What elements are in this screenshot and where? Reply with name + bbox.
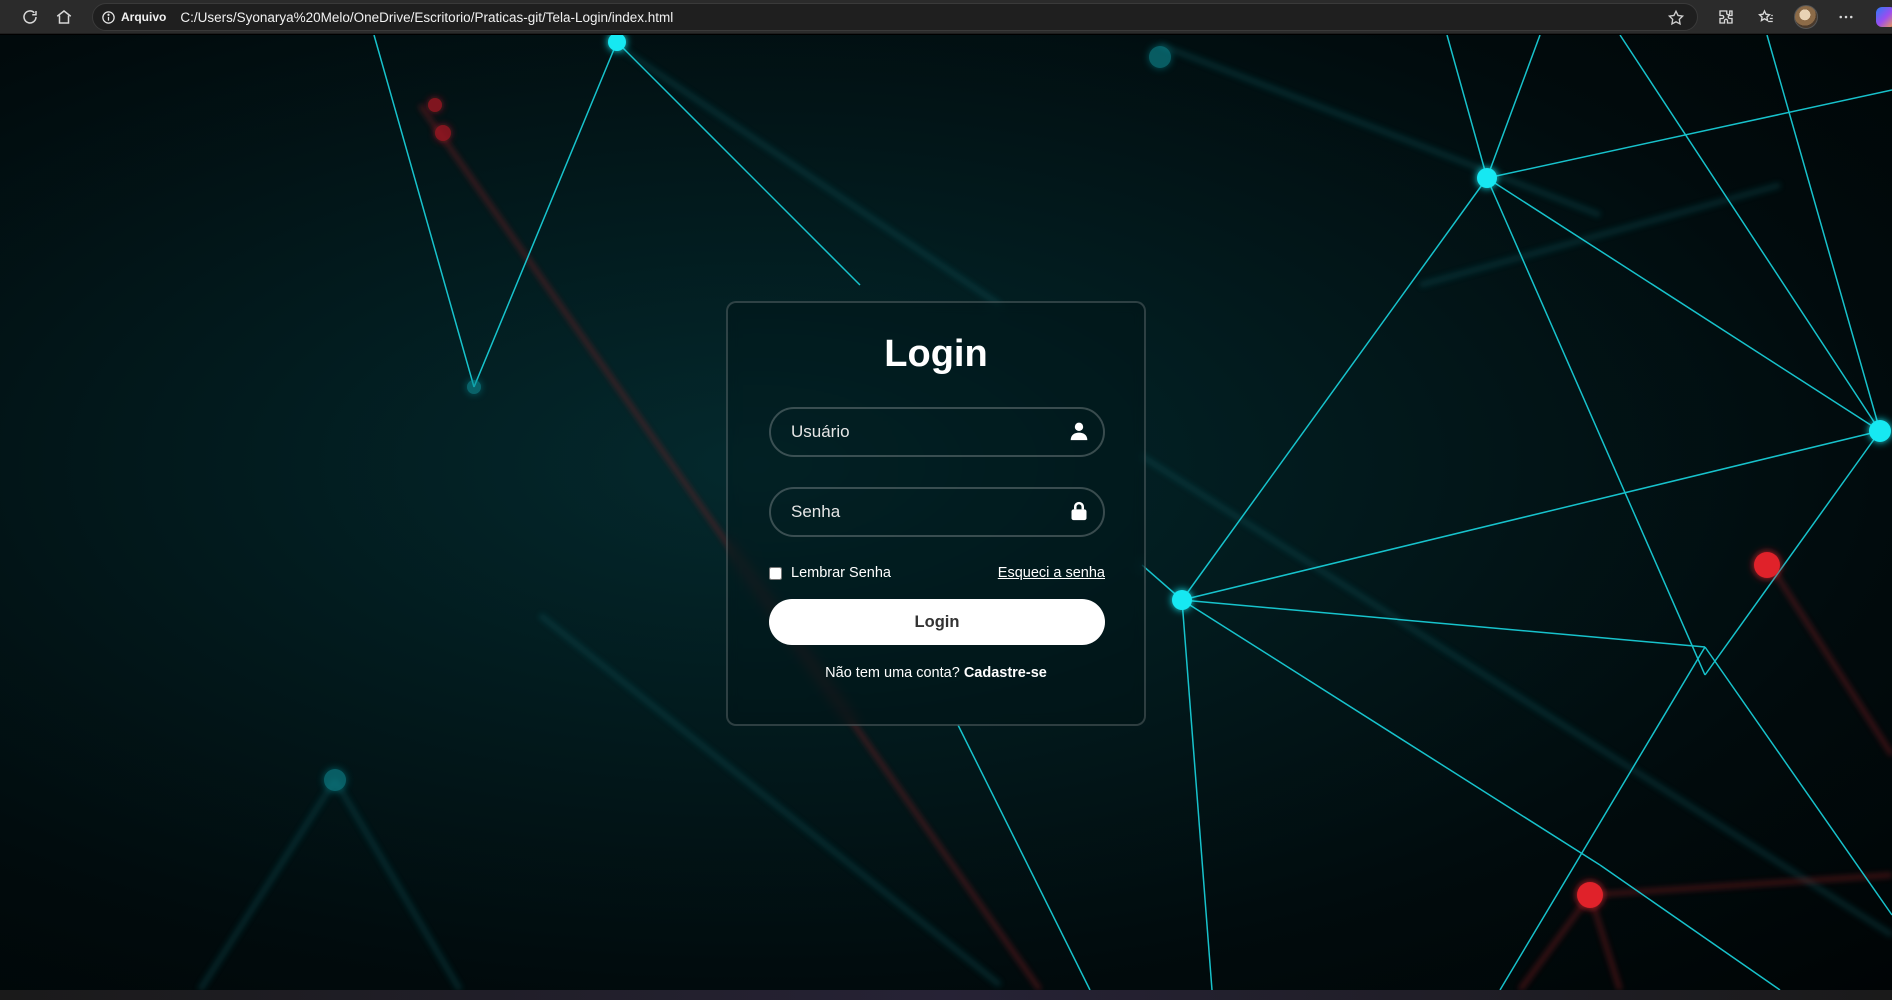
- password-field-wrapper: [769, 487, 1105, 537]
- extensions-icon[interactable]: [1706, 0, 1746, 34]
- more-icon[interactable]: [1826, 0, 1866, 34]
- site-label: Arquivo: [121, 10, 167, 24]
- register-prompt: Não tem uma conta?: [825, 665, 964, 681]
- favorites-icon[interactable]: [1746, 0, 1786, 34]
- profile-button[interactable]: [1786, 0, 1826, 34]
- bottom-strip: [0, 990, 1892, 1000]
- user-icon: [1069, 421, 1089, 443]
- forgot-password-link[interactable]: Esqueci a senha: [998, 565, 1105, 581]
- username-field-wrapper: [769, 407, 1105, 457]
- browser-toolbar: Arquivo C:/Users/Syonarya%20Melo/OneDriv…: [0, 0, 1892, 34]
- address-bar[interactable]: Arquivo C:/Users/Syonarya%20Melo/OneDriv…: [92, 3, 1698, 31]
- info-icon[interactable]: [101, 9, 117, 25]
- home-icon[interactable]: [48, 2, 80, 32]
- profile-avatar[interactable]: [1794, 5, 1818, 29]
- lock-icon: [1069, 501, 1089, 523]
- login-button[interactable]: Login: [769, 599, 1105, 645]
- login-card: Login Lembrar Senha Esqueci a senha Logi…: [726, 301, 1146, 726]
- copilot-button[interactable]: [1866, 0, 1892, 34]
- reload-icon[interactable]: [14, 2, 46, 32]
- toolbar-right: [1706, 0, 1892, 34]
- register-row: Não tem uma conta? Cadastre-se: [769, 665, 1103, 681]
- password-input[interactable]: [769, 487, 1105, 537]
- remember-password-checkbox[interactable]: [769, 566, 782, 580]
- page-viewport: Login Lembrar Senha Esqueci a senha Logi…: [0, 35, 1892, 990]
- login-title: Login: [884, 333, 988, 375]
- remember-password-text: Lembrar Senha: [791, 565, 891, 581]
- username-input[interactable]: [769, 407, 1105, 457]
- remember-forgot-row: Lembrar Senha Esqueci a senha: [769, 565, 1105, 581]
- favorite-star-icon[interactable]: [1667, 9, 1685, 27]
- register-link[interactable]: Cadastre-se: [964, 665, 1047, 681]
- copilot-icon[interactable]: [1876, 7, 1892, 27]
- url-text[interactable]: C:/Users/Syonarya%20Melo/OneDrive/Escrit…: [180, 10, 673, 25]
- remember-password-label[interactable]: Lembrar Senha: [769, 565, 891, 581]
